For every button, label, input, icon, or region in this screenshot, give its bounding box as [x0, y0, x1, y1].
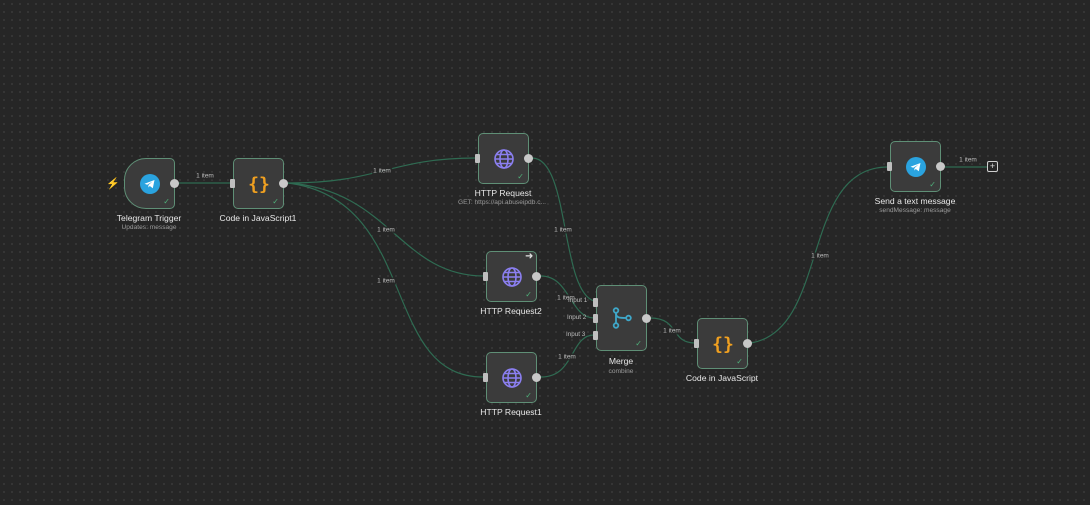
output-port[interactable] — [170, 179, 179, 188]
globe-icon — [501, 266, 522, 287]
merge-input-label-3: Input 3 — [566, 331, 586, 338]
check-icon: ✓ — [929, 180, 936, 189]
telegram-icon — [139, 173, 160, 194]
plus-icon[interactable]: + — [987, 161, 998, 172]
edge-label-code1-to-http: 1 item — [372, 167, 392, 175]
node-title: HTTP Request — [474, 188, 532, 198]
input-port-3[interactable] — [593, 331, 598, 340]
code-braces-icon: {} — [712, 334, 734, 355]
node-http-request[interactable]: ✓ — [475, 133, 533, 184]
merge-input-label-2: Input 2 — [567, 314, 587, 321]
node-title: Send a text message — [874, 196, 956, 206]
merge-icon — [612, 307, 632, 329]
merge-input-label-1: Input 1 — [568, 297, 588, 304]
input-port-2[interactable] — [593, 314, 598, 323]
check-icon: ✓ — [525, 391, 532, 400]
input-port-1[interactable] — [593, 298, 598, 307]
edge-label-send-out: 1 item — [958, 156, 978, 164]
code-braces-icon: {} — [248, 174, 270, 195]
check-icon: ✓ — [525, 290, 532, 299]
output-port[interactable] — [532, 272, 541, 281]
output-port[interactable] — [279, 179, 288, 188]
node-send-text-message[interactable]: ✓ — [887, 141, 945, 192]
node-title: Code in JavaScript — [685, 373, 759, 383]
node-title: Code in JavaScript1 — [219, 213, 297, 223]
svg-text:{}: {} — [248, 174, 270, 195]
node-http-request1[interactable]: ✓ — [483, 352, 541, 403]
edge-label-code-to-send: 1 item — [810, 252, 830, 260]
input-port[interactable] — [694, 339, 699, 348]
node-code-in-javascript1[interactable]: {} ✓ — [230, 158, 288, 209]
output-port[interactable] — [642, 313, 651, 323]
check-icon: ✓ — [517, 172, 524, 181]
arrow-right-icon[interactable]: ➜ — [525, 251, 533, 262]
input-port[interactable] — [887, 162, 892, 171]
globe-icon — [501, 367, 522, 388]
lightning-icon: ⚡ — [106, 178, 120, 190]
node-subtitle: sendMessage: message — [879, 207, 951, 214]
connections — [179, 157, 987, 378]
globe-icon — [493, 148, 514, 169]
edge-label-trigger-to-code1: 1 item — [195, 172, 215, 180]
node-telegram-trigger[interactable]: ✓ — [124, 158, 179, 209]
output-port[interactable] — [524, 154, 533, 163]
edge-label-code1-to-http1: 1 item — [376, 277, 396, 285]
node-code-in-javascript[interactable]: {} ✓ — [694, 318, 752, 369]
output-port[interactable] — [743, 339, 752, 348]
workflow-canvas[interactable]: 1 item 1 item 1 item 1 item 1 item 1 ite… — [0, 0, 1090, 505]
node-subtitle: Updates: message — [121, 224, 177, 231]
output-port[interactable] — [936, 162, 945, 171]
edge-label-http-to-merge: 1 item — [553, 226, 573, 234]
input-port[interactable] — [475, 154, 480, 163]
node-title: HTTP Request2 — [480, 306, 542, 316]
node-title: HTTP Request1 — [480, 407, 542, 417]
node-merge[interactable]: ✓ — [593, 285, 651, 351]
check-icon: ✓ — [272, 197, 279, 206]
node-subtitle: GET: https://api.abuseipdb.c... — [458, 199, 546, 206]
input-port[interactable] — [483, 373, 488, 382]
edge-label-http1-to-merge: 1 item — [557, 353, 577, 361]
input-port[interactable] — [483, 272, 488, 281]
svg-text:{}: {} — [712, 334, 734, 355]
edge-label-code1-to-http2: 1 item — [376, 226, 396, 234]
check-icon: ✓ — [736, 357, 743, 366]
node-title: Telegram Trigger — [116, 213, 182, 223]
node-title: Merge — [608, 356, 634, 366]
telegram-icon — [905, 156, 926, 177]
check-icon: ✓ — [635, 339, 642, 348]
input-port[interactable] — [230, 179, 235, 188]
check-icon: ✓ — [163, 197, 170, 206]
edge-label-merge-to-code: 1 item — [662, 327, 682, 335]
output-port[interactable] — [532, 373, 541, 382]
node-subtitle: combine — [608, 368, 634, 375]
